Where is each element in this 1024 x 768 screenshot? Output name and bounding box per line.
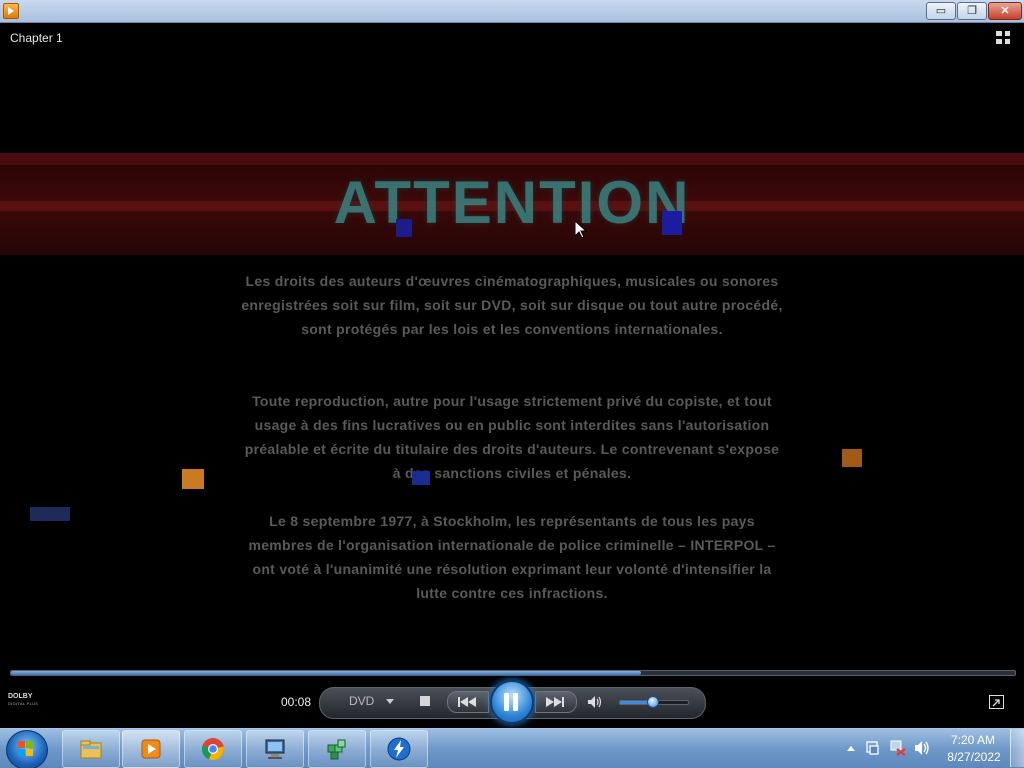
media-player-icon (141, 739, 161, 759)
clock-date[interactable]: 8/27/2022 (946, 750, 1002, 764)
show-desktop-button[interactable] (1010, 729, 1024, 767)
video-artifact-band (0, 153, 1024, 165)
action-center-icon[interactable] (866, 741, 879, 755)
lightning-icon (387, 737, 411, 761)
system-tray (845, 738, 941, 758)
volume-tray-icon[interactable] (915, 741, 929, 755)
dolby-logo-text: DOLBY (8, 693, 33, 700)
dolby-logo-subtext: DIGITAL PLUS (8, 701, 39, 706)
video-artifact (662, 211, 682, 235)
taskbar-item-computer[interactable] (246, 730, 304, 768)
pause-icon (513, 693, 518, 711)
chapter-label: Chapter 1 (10, 31, 63, 45)
video-artifact (30, 507, 70, 521)
folder-icon (80, 740, 102, 759)
speaker-icon (588, 696, 602, 708)
previous-icon (458, 697, 476, 707)
dolby-logo: DOLBY DIGITAL PLUS (8, 693, 42, 709)
minimize-button[interactable]: ▭ (926, 2, 956, 20)
next-icon (546, 697, 564, 707)
video-artifact (842, 449, 862, 467)
fullscreen-icon (992, 699, 1000, 707)
video-artifact (182, 469, 204, 489)
close-button[interactable]: ✕ (988, 2, 1022, 20)
network-icon[interactable] (890, 740, 906, 756)
previous-button[interactable] (447, 691, 489, 713)
video-display[interactable]: Chapter 1 ATTENTION Les droits des auteu… (0, 23, 1024, 728)
next-button[interactable] (535, 691, 577, 713)
volume-slider-handle[interactable] (647, 696, 659, 708)
maximize-button[interactable]: ❐ (957, 2, 987, 20)
warning-paragraph: Les droits des auteurs d'œuvres cinémato… (241, 273, 783, 337)
pause-button[interactable] (490, 680, 534, 724)
media-player-icon[interactable] (3, 3, 19, 19)
dvd-menu-button[interactable]: DVD (349, 694, 374, 708)
warning-paragraph: Toute reproduction, autre pour l'usage s… (244, 393, 780, 481)
warning-paragraph: Le 8 septembre 1977, à Stockholm, les re… (248, 513, 776, 601)
video-artifact (396, 219, 412, 237)
seek-bar-progress (11, 671, 641, 675)
pause-icon (504, 693, 509, 711)
fullscreen-button[interactable] (989, 695, 1004, 709)
seek-bar[interactable] (10, 670, 1016, 676)
taskbar-item-explorer[interactable] (62, 730, 120, 768)
stop-button[interactable] (420, 696, 430, 706)
mute-button[interactable] (587, 694, 603, 710)
chevron-down-icon[interactable] (386, 699, 394, 704)
window-title-bar[interactable]: ▭ ❐ ✕ (0, 0, 1024, 23)
video-artifact (412, 471, 430, 485)
show-hidden-icons-icon[interactable] (847, 746, 855, 751)
chrome-icon (202, 738, 224, 761)
taskbar-item-installer[interactable] (308, 730, 366, 768)
elapsed-time: 00:08 (281, 695, 312, 709)
taskbar-item-chrome[interactable] (184, 730, 242, 768)
taskbar-item-media-player[interactable] (122, 730, 180, 768)
clock-time[interactable]: 7:20 AM (950, 733, 996, 747)
taskbar-item-lightning[interactable] (370, 730, 428, 768)
computer-icon (265, 739, 285, 759)
warning-heading: ATTENTION (333, 169, 691, 236)
windows-logo-icon (18, 741, 34, 757)
switch-to-library-icon[interactable] (996, 31, 1012, 45)
package-icon (327, 739, 346, 760)
